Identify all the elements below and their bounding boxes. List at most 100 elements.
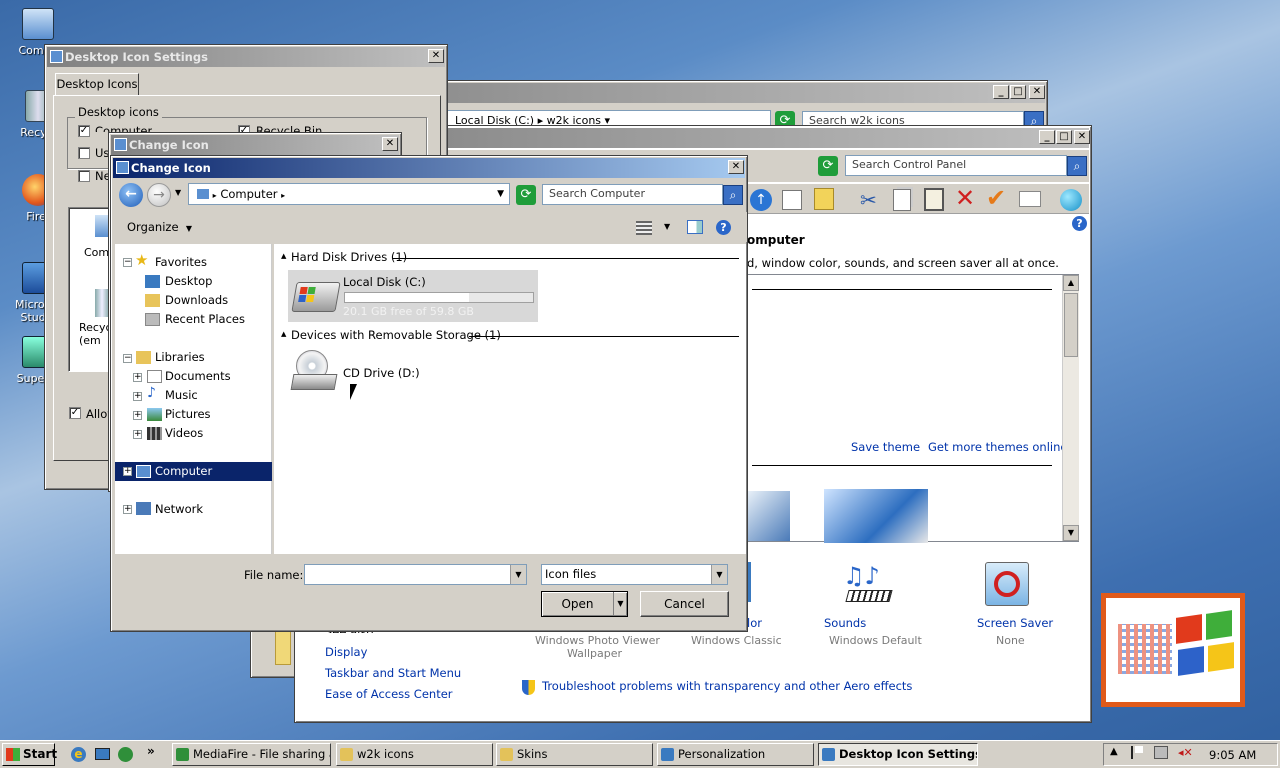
close-button[interactable]: ✕	[728, 160, 744, 174]
hard-disk-group-header[interactable]: Hard Disk Drives (1)	[291, 250, 407, 264]
tree-documents[interactable]: Documents	[165, 367, 231, 385]
close-button[interactable]: ✕	[1029, 85, 1045, 99]
tree-favorites[interactable]: Favorites	[155, 253, 207, 271]
troubleshoot-link[interactable]: Troubleshoot problems with transparency …	[542, 679, 912, 693]
tree-recent-places[interactable]: Recent Places	[165, 310, 245, 328]
allow-themes-checkbox[interactable]: ✓	[69, 407, 81, 419]
see-also-ease-of-access-link[interactable]: Ease of Access Center	[325, 687, 453, 701]
tab-desktop-icons[interactable]: Desktop Icons	[55, 73, 139, 95]
quick-launch-media-icon[interactable]	[118, 747, 133, 762]
help-icon[interactable]: ?	[716, 220, 731, 235]
show-hidden-icons[interactable]: ▲	[1110, 746, 1118, 757]
network-checkbox[interactable]	[78, 170, 90, 182]
clock[interactable]: 9:05 AM	[1209, 748, 1256, 762]
delete-icon[interactable]: ✕	[955, 184, 975, 212]
open-dropdown-arrow[interactable]: ▼	[613, 592, 627, 616]
search-control-panel-input[interactable]: Search Control Panel	[845, 155, 1067, 176]
up-icon[interactable]: ↑	[750, 189, 772, 211]
tree-computer[interactable]: Computer	[155, 462, 212, 480]
forward-button[interactable]: →	[147, 183, 171, 207]
scrollbar[interactable]: ▲ ▼	[1062, 275, 1079, 541]
views-dropdown[interactable]: ▼	[664, 222, 670, 231]
tree-music[interactable]: Music	[165, 386, 198, 404]
search-computer-input[interactable]: Search Computer	[542, 184, 723, 205]
maximize-button[interactable]: □	[1010, 85, 1026, 99]
maximize-button[interactable]: □	[1056, 130, 1072, 144]
help-icon[interactable]: ?	[1072, 216, 1087, 231]
folders-icon[interactable]	[782, 190, 802, 210]
quick-launch-ie-icon[interactable]: e	[71, 747, 86, 762]
user-files-checkbox[interactable]	[78, 147, 90, 159]
computer-checkbox[interactable]: ✓	[78, 125, 90, 137]
task-mediafire[interactable]: MediaFire - File sharing a...	[172, 743, 331, 766]
close-button[interactable]: ✕	[1074, 130, 1090, 144]
theme-thumbnail[interactable]	[748, 491, 790, 541]
task-personalization[interactable]: Personalization	[657, 743, 814, 766]
collapse-hard-disk-icon[interactable]: ▲	[281, 252, 286, 260]
minimize-button[interactable]: _	[1039, 130, 1055, 144]
move-to-icon[interactable]	[814, 188, 834, 210]
close-button[interactable]: ✕	[382, 137, 398, 151]
organize-button[interactable]: Organize ▼	[127, 220, 192, 234]
sounds-setting-label[interactable]: Sounds	[824, 616, 866, 630]
quick-launch-more-icon[interactable]: »	[147, 744, 155, 758]
libraries-expander[interactable]: −	[123, 354, 132, 363]
open-button[interactable]: Open ▼	[541, 591, 628, 617]
change-icon-dialog[interactable]: Change Icon ✕ ← → ▼ ▸ Computer ▸ ▼ ⟳ Sea…	[110, 155, 748, 632]
screen-saver-setting-label[interactable]: Screen Saver	[977, 616, 1053, 630]
save-theme-link[interactable]: Save theme	[851, 440, 920, 454]
music-expander[interactable]: +	[133, 392, 142, 401]
cd-drive-item[interactable]: CD Drive (D:)	[288, 348, 428, 398]
copy-icon[interactable]	[893, 189, 911, 211]
search-icon[interactable]: ⌕	[723, 185, 743, 205]
task-desktop-icon-settings[interactable]: Desktop Icon Settings	[818, 743, 978, 766]
tree-desktop[interactable]: Desktop	[165, 272, 212, 290]
file-type-select[interactable]: Icon files ▼	[541, 564, 728, 585]
pictures-expander[interactable]: +	[133, 411, 142, 420]
close-button[interactable]: ✕	[428, 49, 444, 63]
removable-storage-group-header[interactable]: Devices with Removable Storage (1)	[291, 328, 501, 342]
change-icon-titlebar[interactable]: Change Icon	[113, 158, 745, 178]
favorites-expander[interactable]: −	[123, 258, 132, 267]
theme-list[interactable]: Save theme Get more themes online ▲ ▼	[747, 274, 1079, 543]
screen-saver-icon[interactable]	[985, 562, 1029, 606]
views-icon[interactable]	[636, 221, 652, 235]
refresh-icon[interactable]: ⟳	[818, 156, 838, 176]
change-icon-small-titlebar[interactable]: Change Icon	[111, 135, 399, 155]
tree-network[interactable]: Network	[155, 500, 203, 518]
local-disk-item[interactable]: Local Disk (C:) 20.1 GB free of 59.8 GB	[288, 270, 538, 322]
desktop-icon-settings-titlebar[interactable]: Desktop Icon Settings	[47, 47, 445, 67]
task-w2k-icons[interactable]: w2k icons	[336, 743, 493, 766]
search-icon[interactable]: ⌕	[1067, 156, 1087, 176]
documents-expander[interactable]: +	[133, 373, 142, 382]
history-dropdown[interactable]: ▼	[175, 188, 181, 197]
quick-launch-desktop-icon[interactable]	[95, 748, 110, 760]
properties-icon[interactable]	[1019, 191, 1041, 207]
tree-libraries[interactable]: Libraries	[155, 348, 205, 366]
videos-expander[interactable]: +	[133, 430, 142, 439]
cancel-button[interactable]: Cancel	[640, 591, 729, 617]
sounds-icon[interactable]: ♫♪	[843, 562, 895, 610]
tree-pictures[interactable]: Pictures	[165, 405, 211, 423]
paste-icon[interactable]	[924, 188, 944, 211]
task-skins[interactable]: Skins	[496, 743, 653, 766]
see-also-taskbar-link[interactable]: Taskbar and Start Menu	[325, 666, 461, 680]
action-center-flag-icon[interactable]	[1131, 746, 1143, 759]
computer-expander[interactable]: +	[123, 467, 132, 476]
theme-thumbnail[interactable]	[824, 489, 928, 543]
network-tray-icon[interactable]	[1154, 746, 1168, 759]
content-pane[interactable]: ▲ Hard Disk Drives (1) Local Disk (C:) 2…	[274, 244, 746, 554]
more-themes-link[interactable]: Get more themes online	[928, 440, 1067, 454]
address-bar[interactable]: ▸ Computer ▸ ▼	[188, 183, 510, 205]
tree-downloads[interactable]: Downloads	[165, 291, 228, 309]
checkmark-icon[interactable]: ✔	[986, 184, 1006, 212]
volume-muted-icon[interactable]: ◂✕	[1178, 746, 1193, 760]
minimize-button[interactable]: _	[993, 85, 1009, 99]
color-setting-label[interactable]: lor	[747, 616, 762, 630]
cut-icon[interactable]: ✂	[860, 188, 877, 212]
network-expander[interactable]: +	[123, 505, 132, 514]
file-name-input[interactable]: ▼	[304, 564, 527, 585]
navigation-pane[interactable]: − ★ Favorites Desktop Downloads Recent P…	[115, 244, 272, 554]
see-also-display-link[interactable]: Display	[325, 645, 367, 659]
collapse-removable-icon[interactable]: ▲	[281, 330, 286, 338]
